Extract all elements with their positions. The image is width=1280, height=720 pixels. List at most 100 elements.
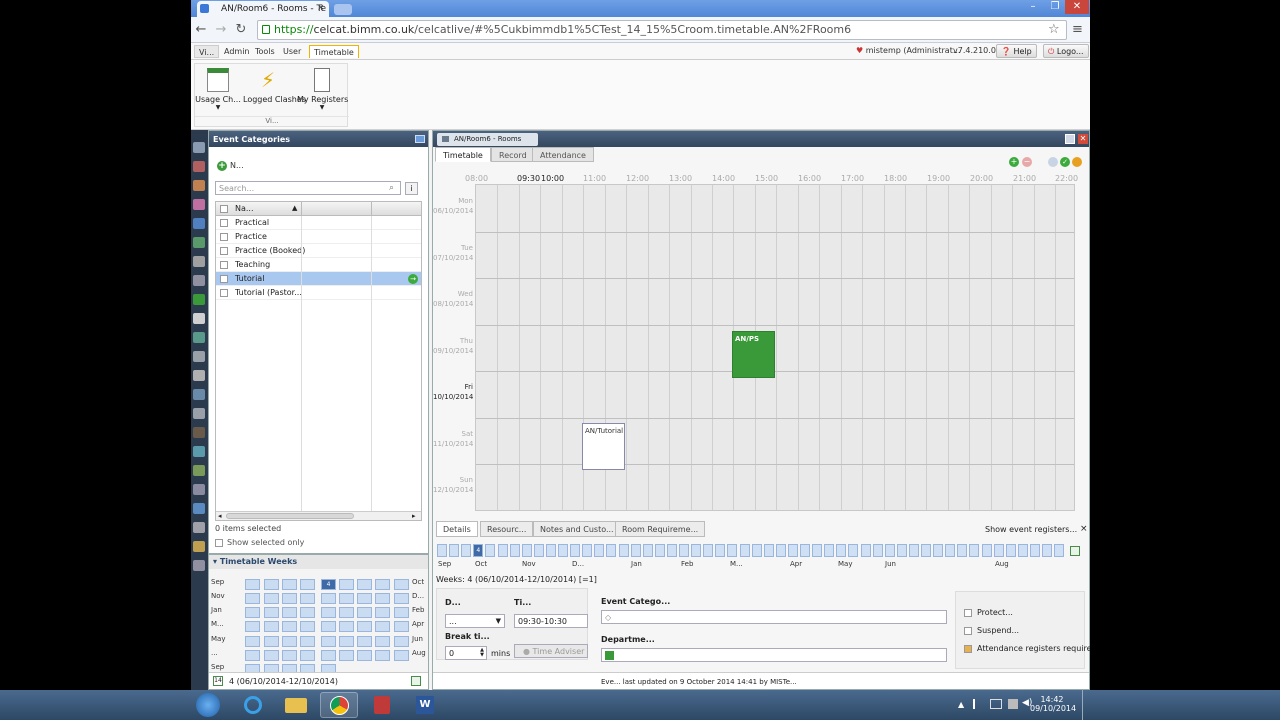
module-icon[interactable] bbox=[193, 161, 205, 172]
time-input[interactable]: 09:30-10:30 bbox=[514, 614, 588, 628]
row-checkbox[interactable] bbox=[220, 219, 228, 227]
module-icon[interactable] bbox=[193, 256, 205, 267]
tab-attendance[interactable]: Attendance bbox=[532, 147, 594, 162]
week-cell[interactable] bbox=[357, 636, 372, 647]
week-cell[interactable] bbox=[339, 650, 354, 661]
calendar-grid-icon[interactable] bbox=[411, 676, 421, 686]
week-box[interactable] bbox=[860, 544, 871, 557]
module-icon[interactable] bbox=[193, 351, 205, 362]
remove-event-icon[interactable]: − bbox=[1022, 157, 1032, 167]
protect-checkbox[interactable] bbox=[964, 609, 972, 617]
week-box[interactable] bbox=[1017, 544, 1028, 557]
row-checkbox[interactable] bbox=[220, 275, 228, 283]
week-cell[interactable] bbox=[245, 650, 260, 661]
tab-timetable[interactable]: Timetable bbox=[435, 147, 491, 162]
tab-resources[interactable]: Resourc... bbox=[480, 521, 534, 537]
tab-notes[interactable]: Notes and Custo... bbox=[533, 521, 621, 537]
week-box[interactable] bbox=[933, 544, 944, 557]
week-box[interactable] bbox=[957, 544, 968, 557]
week-box[interactable] bbox=[679, 544, 689, 557]
panel-collapse-icon[interactable] bbox=[415, 135, 425, 143]
usage-chart-button[interactable]: Usage Ch... ▼ bbox=[193, 68, 243, 111]
minimize-icon[interactable]: – bbox=[1021, 0, 1045, 14]
row-checkbox[interactable] bbox=[220, 233, 228, 241]
tab-close-icon[interactable]: × bbox=[317, 3, 325, 13]
module-icon[interactable] bbox=[193, 408, 205, 419]
event-block-tutorial[interactable]: AN/Tutorial bbox=[582, 423, 625, 470]
week-cell[interactable]: 4 bbox=[321, 579, 336, 590]
week-cell[interactable] bbox=[339, 636, 354, 647]
week-box[interactable] bbox=[485, 544, 496, 557]
week-cell[interactable] bbox=[394, 607, 409, 618]
url-bar[interactable]: https://celcat.bimm.co.uk/celcatlive/#%5… bbox=[257, 20, 1067, 40]
week-cell[interactable] bbox=[375, 636, 390, 647]
menu-user[interactable]: User bbox=[279, 45, 305, 58]
table-row[interactable]: Practical bbox=[216, 216, 421, 230]
module-icon[interactable] bbox=[193, 180, 205, 191]
timetable-grid[interactable]: AN/PS AN/Tutorial bbox=[475, 184, 1075, 511]
logged-clashes-button[interactable]: ⚡ Logged Clashes bbox=[243, 68, 306, 104]
row-checkbox[interactable] bbox=[220, 261, 228, 269]
week-box[interactable] bbox=[751, 544, 762, 557]
confirm-icon[interactable]: ✓ bbox=[1060, 157, 1070, 167]
week-cell[interactable] bbox=[394, 636, 409, 647]
week-cell[interactable] bbox=[300, 607, 315, 618]
module-icon[interactable] bbox=[193, 237, 205, 248]
my-registers-button[interactable]: My Registers ▼ bbox=[297, 68, 348, 111]
tab-details[interactable]: Details bbox=[436, 521, 478, 537]
warning-icon[interactable] bbox=[1072, 157, 1082, 167]
week-cell[interactable] bbox=[300, 636, 315, 647]
week-cell[interactable] bbox=[245, 593, 260, 604]
clock[interactable]: 14:42 09/10/2014 bbox=[1030, 695, 1076, 713]
row-checkbox[interactable] bbox=[220, 247, 228, 255]
week-cell[interactable] bbox=[375, 607, 390, 618]
week-box[interactable] bbox=[497, 544, 508, 557]
week-cell[interactable] bbox=[282, 579, 297, 590]
week-calendar-icon[interactable] bbox=[1070, 546, 1080, 556]
help-button[interactable]: ❓ Help bbox=[996, 44, 1037, 58]
week-cell[interactable] bbox=[264, 593, 279, 604]
week-box[interactable] bbox=[461, 544, 472, 557]
row-checkbox[interactable] bbox=[220, 289, 228, 297]
week-cell[interactable] bbox=[339, 621, 354, 632]
logout-button[interactable]: ⏻ Logo... bbox=[1043, 44, 1089, 58]
break-input[interactable]: 0 ▲ ▼ bbox=[445, 646, 487, 660]
week-box[interactable] bbox=[570, 544, 581, 557]
table-row[interactable]: Tutorial → bbox=[216, 272, 421, 286]
week-box[interactable] bbox=[521, 544, 532, 557]
module-icon[interactable] bbox=[193, 294, 205, 305]
view-icon[interactable] bbox=[1048, 157, 1058, 167]
search-icon[interactable]: ⌕ bbox=[389, 183, 394, 193]
menu-admin[interactable]: Admin bbox=[220, 45, 254, 58]
start-button-icon[interactable] bbox=[196, 693, 220, 717]
week-cell[interactable] bbox=[300, 579, 315, 590]
week-box[interactable] bbox=[727, 544, 738, 557]
week-cell[interactable] bbox=[300, 650, 315, 661]
week-box[interactable] bbox=[848, 544, 859, 557]
table-row[interactable]: Teaching bbox=[216, 258, 421, 272]
week-box[interactable] bbox=[993, 544, 1004, 557]
add-event-icon[interactable]: + bbox=[1009, 157, 1019, 167]
week-box[interactable] bbox=[618, 544, 629, 557]
module-icon[interactable] bbox=[193, 218, 205, 229]
week-cell[interactable] bbox=[300, 621, 315, 632]
search-input[interactable]: Search... bbox=[215, 181, 401, 195]
menu-view[interactable]: Vi... bbox=[194, 45, 220, 58]
week-cell[interactable] bbox=[282, 607, 297, 618]
week-box[interactable] bbox=[1042, 544, 1052, 557]
week-cell[interactable] bbox=[339, 593, 354, 604]
week-box[interactable] bbox=[775, 544, 786, 557]
window-tab[interactable]: AN/Room6 - Rooms bbox=[437, 133, 538, 146]
week-cell[interactable] bbox=[375, 650, 390, 661]
week-cell[interactable] bbox=[394, 579, 409, 590]
word-taskbar-icon[interactable]: W bbox=[406, 692, 444, 718]
week-cell[interactable] bbox=[375, 593, 390, 604]
week-box[interactable] bbox=[582, 544, 593, 557]
module-icon[interactable] bbox=[193, 370, 205, 381]
chrome-menu-icon[interactable]: ≡ bbox=[1072, 22, 1083, 37]
module-icon[interactable] bbox=[193, 332, 205, 343]
week-box[interactable] bbox=[1005, 544, 1016, 557]
week-cell[interactable] bbox=[375, 579, 390, 590]
week-cell[interactable] bbox=[357, 593, 372, 604]
tab-room-requirements[interactable]: Room Requireme... bbox=[615, 521, 706, 537]
